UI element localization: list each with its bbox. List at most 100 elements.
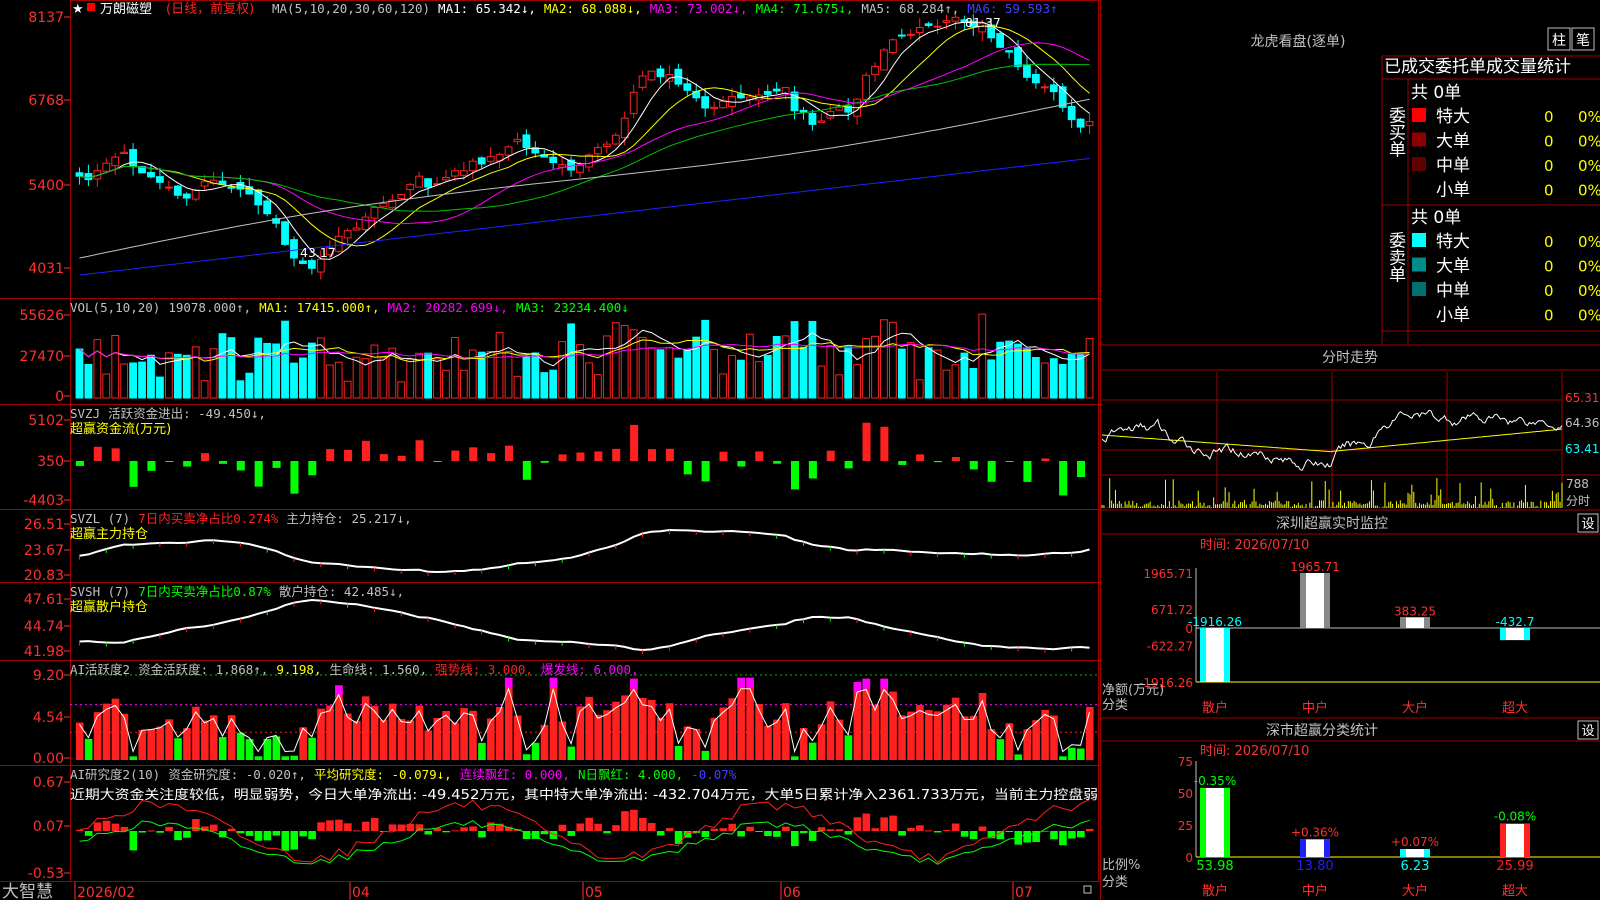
ai-active-bar xyxy=(281,756,290,760)
ma-line-10 xyxy=(79,25,1090,247)
intraday-chart[interactable] xyxy=(1100,372,1600,508)
legend-item: MA(5,10,20,30,60,120) xyxy=(272,1,430,16)
kline-chart-area[interactable]: 8137 6768 5400 4031 55626 27470 0 5102 3… xyxy=(0,0,1100,900)
volume-bar xyxy=(790,321,799,399)
svzj-bar xyxy=(630,424,639,461)
svzj-bar xyxy=(487,453,496,461)
svzj-bar xyxy=(916,454,925,461)
volume-bar xyxy=(459,369,468,399)
volume-bar xyxy=(647,347,656,399)
monitor-ylabel: 净额(万元) xyxy=(1102,683,1164,698)
volume-bar xyxy=(111,335,120,399)
classify-y-tick: 0 xyxy=(1185,851,1193,865)
intraday-vol-tick: 分时 xyxy=(1566,494,1590,508)
volume-bar xyxy=(147,354,155,399)
volume-bar xyxy=(745,333,754,399)
volume-bar xyxy=(84,363,93,399)
ai-research-bar xyxy=(299,831,307,837)
order-row-count: 0 xyxy=(1544,233,1554,251)
volume-bar xyxy=(325,364,334,399)
ai-active-bar xyxy=(925,710,933,760)
ai-active-bar xyxy=(612,701,620,760)
candle xyxy=(897,34,906,37)
ma-legend: MA(5,10,20,30,60,120) MA1: 65.342↓, MA2: 6… xyxy=(272,1,1058,16)
ai-research-bar xyxy=(799,831,808,834)
candle xyxy=(173,185,182,196)
classify-value: 13.80 xyxy=(1296,859,1333,874)
volume-bar xyxy=(245,372,254,399)
svzj-bar xyxy=(75,461,84,466)
volume-bar xyxy=(120,363,129,399)
price-y-tick: 4031 xyxy=(28,261,64,277)
vol-y-tick: 55626 xyxy=(19,308,64,324)
candle xyxy=(1005,50,1013,53)
order-row-name: 大单 xyxy=(1436,257,1470,277)
candle xyxy=(227,186,236,189)
monitor-category: 超大 xyxy=(1502,701,1528,716)
ai-research-bar xyxy=(1023,831,1031,843)
group-total: 共 0单 xyxy=(1411,83,1461,103)
ai-explode-mark xyxy=(549,677,558,688)
ai-active-bar xyxy=(630,678,638,760)
classify-bar-shade xyxy=(1200,787,1206,857)
svzj-bar xyxy=(933,461,943,463)
volume-bar xyxy=(531,352,540,399)
monitor-bar-shade xyxy=(1324,573,1330,628)
classify-title: 深市超赢分类统计 xyxy=(1266,722,1378,739)
candle xyxy=(763,91,772,95)
ai-research-bar xyxy=(710,828,719,831)
candle xyxy=(620,117,629,139)
stock-mode: (日线，前复权) xyxy=(166,1,254,17)
flag-icon[interactable] xyxy=(87,3,95,11)
ai-active-bar xyxy=(808,742,817,760)
ai-active-bar xyxy=(451,722,459,760)
ai-research-bar xyxy=(844,831,853,835)
volume-bar xyxy=(138,361,146,399)
volume-bar xyxy=(915,379,924,399)
ai-active-bar xyxy=(755,704,763,760)
ai-research-bar xyxy=(111,823,120,831)
candle xyxy=(477,157,486,165)
monitor-bar-label: 1965.71 xyxy=(1290,560,1340,574)
classify-bar-shade xyxy=(1400,849,1406,857)
volume-bar xyxy=(906,342,915,399)
classify-bar-shade xyxy=(1500,823,1506,857)
volume-bar xyxy=(164,352,173,399)
candle xyxy=(361,216,370,230)
ai-active-bar xyxy=(692,728,701,760)
ai-research-bar xyxy=(469,826,477,831)
classify-bar-shade xyxy=(1424,849,1430,857)
svzl-line xyxy=(79,528,1090,574)
monitor-bar-shade xyxy=(1500,628,1506,641)
legend-item: 爆发线: 6.000, xyxy=(541,662,639,677)
svzl-y-tick: 26.51 xyxy=(24,517,64,533)
ai-active-bar xyxy=(129,756,138,760)
ai-research-bar xyxy=(1059,831,1067,846)
candle xyxy=(468,160,477,172)
volume-bar xyxy=(871,335,879,399)
monitor-y-tick: 1965.71 xyxy=(1143,567,1193,581)
candle xyxy=(924,23,933,26)
volume-bar xyxy=(236,380,245,399)
ai1-y-tick: 9.20 xyxy=(33,668,64,684)
svzj-panel xyxy=(75,422,1086,496)
candle xyxy=(424,178,432,188)
classify-chart: 75 50 25 0 -0.35% 53.98 散户 +0.36% 13.80 中户 +0.07% 6… xyxy=(1178,755,1600,899)
lock-icon[interactable] xyxy=(1083,885,1092,894)
ai-active-bar xyxy=(299,727,307,760)
ai-research-bar xyxy=(889,815,897,831)
ai-research-bar xyxy=(853,817,862,831)
svzj-bar xyxy=(773,461,782,464)
order-row-count: 0 xyxy=(1544,182,1554,200)
vol-y-tick: 0 xyxy=(55,389,64,405)
ai-research-bar xyxy=(442,831,450,833)
legend-item: VOL(5,10,20) xyxy=(70,300,160,315)
ai-explode-mark xyxy=(630,678,638,689)
svzj-bar xyxy=(898,461,907,465)
star-icon[interactable]: ★ xyxy=(72,2,84,17)
svzj-bar xyxy=(647,449,657,461)
group-label: 委卖单 xyxy=(1385,231,1406,282)
volume-bar xyxy=(701,319,710,399)
candle xyxy=(299,260,307,264)
svzj-legend: SVZJ 活跃资金进出: -49.450↓, xyxy=(70,406,266,421)
